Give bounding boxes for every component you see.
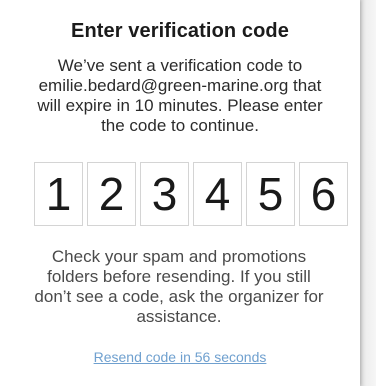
message-line-1: We’ve sent a verification code to (57, 56, 303, 75)
code-digit-5[interactable]: 5 (246, 162, 295, 226)
help-text: Check your spam and promotions folders b… (14, 247, 344, 327)
code-input-row: 1 2 3 4 5 6 (34, 162, 350, 226)
resend-code-link[interactable]: Resend code in 56 seconds (0, 349, 360, 365)
message-line-3: will expire in 10 minutes. Please enter (37, 96, 323, 115)
message-line-2: emilie.bedard@green-marine.org that (22, 76, 338, 96)
help-line-1: Check your spam and promotions (51, 247, 307, 266)
message-line-4: the code to continue. (101, 116, 259, 135)
help-line-4: assistance. (136, 307, 222, 326)
verification-dialog: Enter verification code We’ve sent a ver… (0, 0, 360, 386)
code-digit-4[interactable]: 4 (193, 162, 242, 226)
code-digit-2[interactable]: 2 (87, 162, 136, 226)
code-digit-1[interactable]: 1 (34, 162, 83, 226)
verification-message: We’ve sent a verification code to emilie… (22, 56, 338, 136)
help-line-2: folders before resending. If you still (47, 267, 311, 286)
code-digit-3[interactable]: 3 (140, 162, 189, 226)
help-line-3: don’t see a code, ask the organizer for (34, 287, 324, 306)
dialog-title: Enter verification code (71, 20, 289, 42)
message-line-2-suffix: that (288, 76, 322, 95)
code-digit-6[interactable]: 6 (299, 162, 348, 226)
page-edge-shadow (360, 0, 376, 386)
email-address: emilie.bedard@green-marine.org (38, 76, 289, 95)
